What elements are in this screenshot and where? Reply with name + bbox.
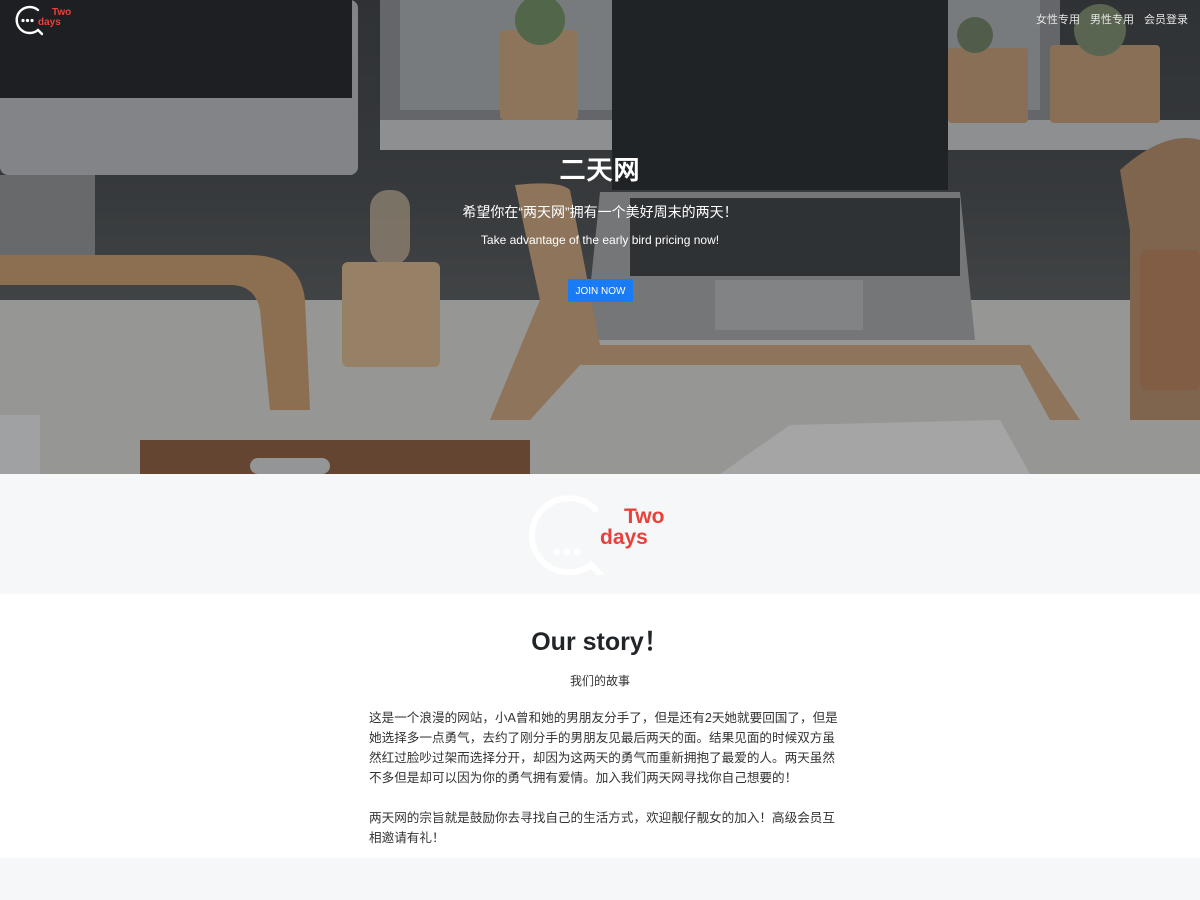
brand-logo[interactable]: Two days [14,4,74,36]
story-paragraph-2: 两天网的宗旨就是鼓励你去寻找自己的生活方式，欢迎靓仔靓女的加入！高级会员互相邀请… [369,811,835,845]
nav-links: 女性专用 男性专用 会员登录 [1036,11,1188,27]
logo-line-days: days [600,526,648,549]
navbar: Two days 女性专用 男性专用 会员登录 [0,0,1200,36]
nav-link-male[interactable]: 男性专用 [1090,11,1134,27]
nav-link-female[interactable]: 女性专用 [1036,11,1080,27]
hero-section: Two days 女性专用 男性专用 会员登录 二天网 希望你在“两天网”拥有一… [0,0,1200,474]
brand-wordmark: Two days [38,8,71,28]
join-now-button[interactable]: JOIN NOW [568,279,633,302]
story-title: Our story！ [531,628,669,656]
hero-subtitle-en: Take advantage of the early bird pricing… [480,233,720,247]
footer-band [0,858,1200,900]
story-paragraph-1: 这是一个浪漫的网站，小A曾和她的男朋友分手了，但是还有2天她就要回国了，但是她选… [369,711,838,785]
hero-subtitle-cn: 希望你在“两天网”拥有一个美好周末的两天！ [462,204,738,220]
logo-line-two: Two [624,505,665,528]
story-section: Our story！ 我们的故事 这是一个浪漫的网站，小A曾和她的男朋友分手了，… [0,594,1200,858]
hero-title: 二天网 [559,155,641,185]
brand-line-days: days [38,17,61,28]
story-subtitle: 我们的故事 [569,674,630,688]
nav-link-member-login[interactable]: 会员登录 [1144,11,1188,27]
logo-band: Two days [0,474,1200,594]
